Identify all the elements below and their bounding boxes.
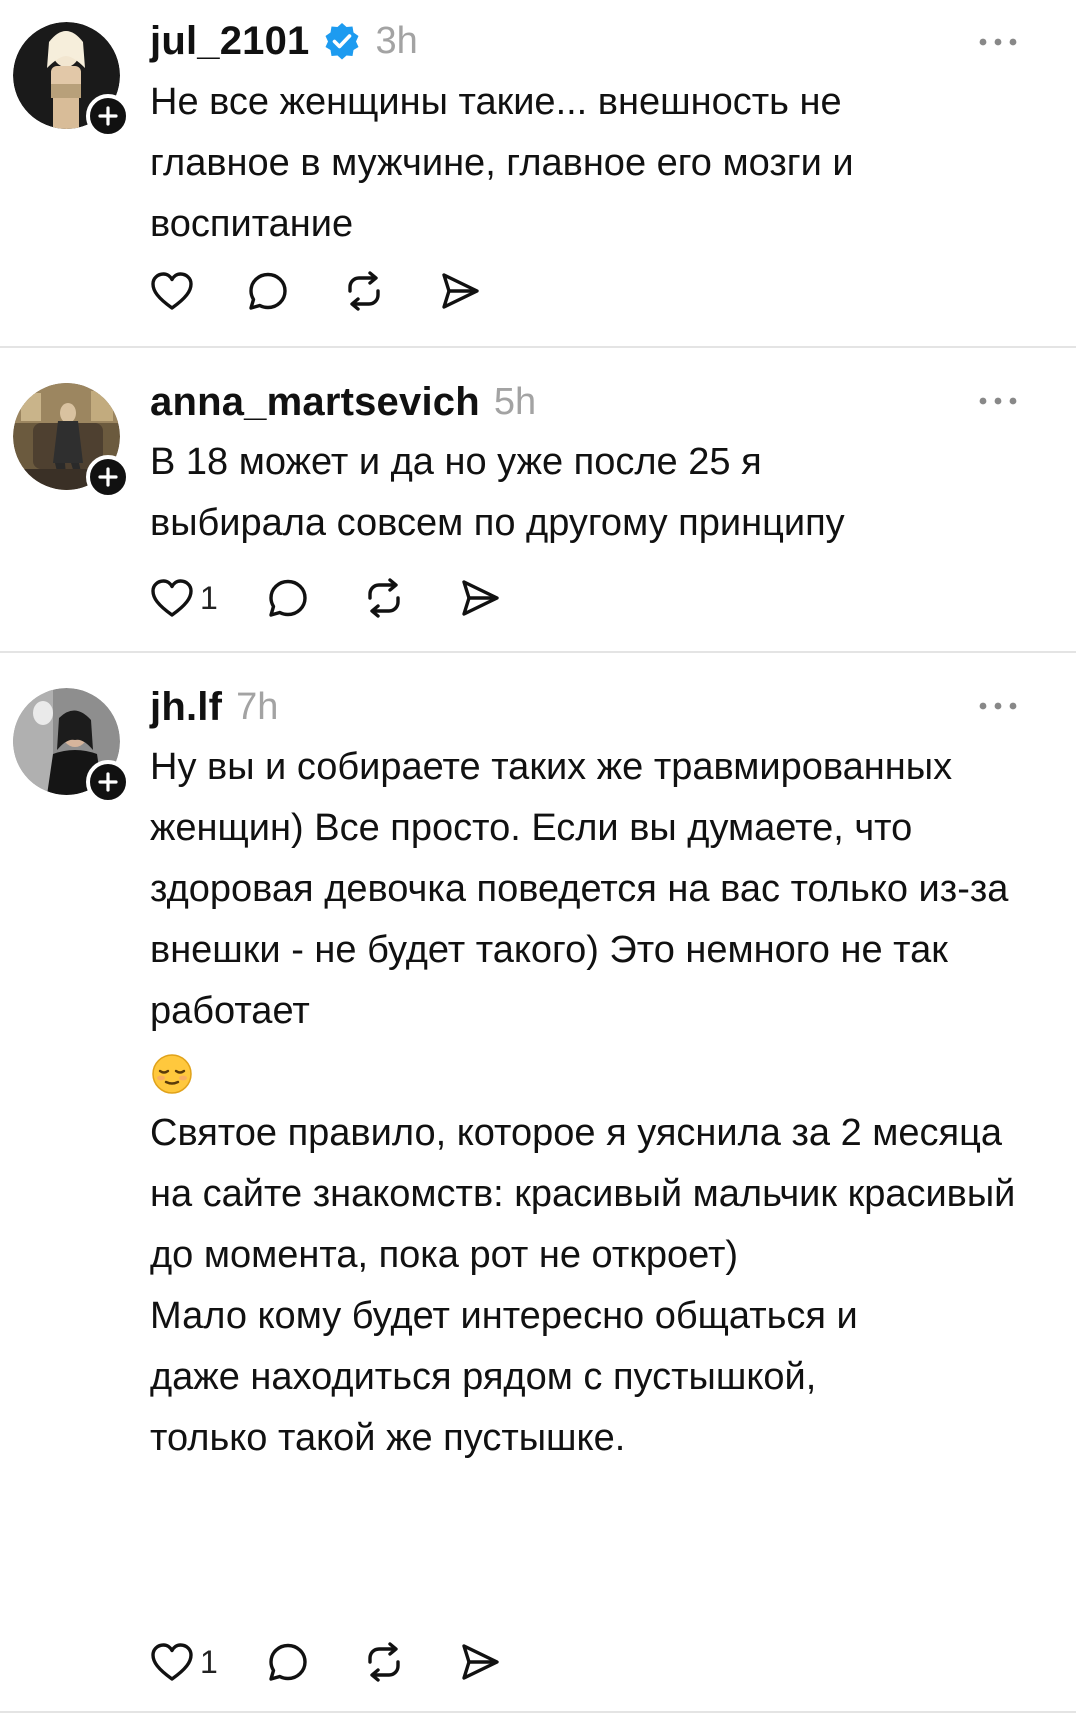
like-button[interactable] (150, 266, 246, 316)
post-header: jul_2101 3h (150, 14, 418, 68)
post-header: jh.lf 7h (150, 680, 278, 734)
reply-button[interactable] (266, 573, 362, 623)
like-count: 1 (200, 579, 218, 616)
post-time: 7h (236, 685, 279, 728)
plus-icon (98, 106, 118, 126)
avatar[interactable] (13, 688, 130, 804)
reply-post[interactable]: jul_2101 3h Не все женщины такие... внеш… (0, 0, 1076, 348)
post-text-paragraph: Не все женщины такие... внешность не гла… (150, 81, 854, 245)
repost-icon (368, 1642, 400, 1682)
plus-icon (98, 467, 118, 487)
follow-button[interactable] (86, 455, 130, 499)
follow-button[interactable] (86, 760, 130, 804)
share-button[interactable] (458, 573, 554, 623)
avatar[interactable] (13, 22, 130, 138)
send-icon (442, 273, 479, 309)
repost-button[interactable] (362, 1637, 458, 1687)
send-icon (462, 1644, 499, 1680)
relieved-face-emoji-icon (152, 1054, 192, 1094)
post-time: 3h (375, 19, 418, 62)
post-text: Не все женщины такие... внешность не гла… (150, 72, 910, 255)
repost-button[interactable] (342, 266, 438, 316)
send-icon (462, 580, 499, 616)
reply-post[interactable]: jh.lf 7h Ну вы и собираете таких же трав… (0, 653, 1076, 1713)
post-text-paragraph: В 18 может и да но уже после 25 я выбира… (150, 441, 845, 544)
post-text-paragraph: Ну вы и собираете таких же травмированны… (150, 737, 1050, 1103)
action-bar: 1 (150, 1637, 554, 1687)
username[interactable]: jh.lf (150, 685, 222, 730)
action-bar (150, 266, 534, 316)
post-time: 5h (493, 380, 537, 423)
repost-button[interactable] (362, 573, 458, 623)
comment-icon (249, 272, 287, 310)
repost-icon (348, 271, 380, 311)
post-text: Ну вы и собираете таких же травмированны… (150, 737, 1050, 1469)
like-button[interactable]: 1 (150, 573, 266, 623)
reply-button[interactable] (246, 266, 342, 316)
post-text: В 18 может и да но уже после 25 я выбира… (150, 432, 930, 554)
post-text-paragraph: Мало кому будет интересно общаться и даж… (150, 1295, 858, 1459)
like-count: 1 (200, 1643, 218, 1680)
comment-icon (269, 1643, 307, 1681)
verified-badge-icon (325, 23, 358, 60)
like-button[interactable]: 1 (150, 1637, 266, 1687)
action-bar: 1 (150, 573, 554, 623)
reply-button[interactable] (266, 1637, 362, 1687)
heart-icon (151, 1643, 193, 1681)
heart-icon (151, 272, 193, 310)
avatar[interactable] (13, 383, 130, 499)
comment-icon (269, 579, 307, 617)
plus-icon (98, 772, 118, 792)
follow-button[interactable] (86, 94, 130, 138)
heart-icon (151, 579, 193, 617)
more-icon[interactable] (976, 391, 1020, 411)
username[interactable]: jul_2101 (150, 19, 310, 64)
more-icon[interactable] (976, 32, 1020, 52)
more-icon[interactable] (976, 696, 1020, 716)
post-text-paragraph: Святое правило, которое я уяснила за 2 м… (150, 1112, 1016, 1276)
share-button[interactable] (438, 266, 534, 316)
reply-post[interactable]: anna_martsevich 5h В 18 может и да но уж… (0, 348, 1076, 653)
thread-replies-feed: jul_2101 3h Не все женщины такие... внеш… (0, 0, 1076, 1713)
share-button[interactable] (458, 1637, 554, 1687)
post-text-span: Ну вы и собираете таких же травмированны… (150, 746, 1009, 1032)
post-header: anna_martsevich 5h (150, 375, 536, 429)
repost-icon (368, 578, 400, 618)
username[interactable]: anna_martsevich (150, 380, 480, 425)
